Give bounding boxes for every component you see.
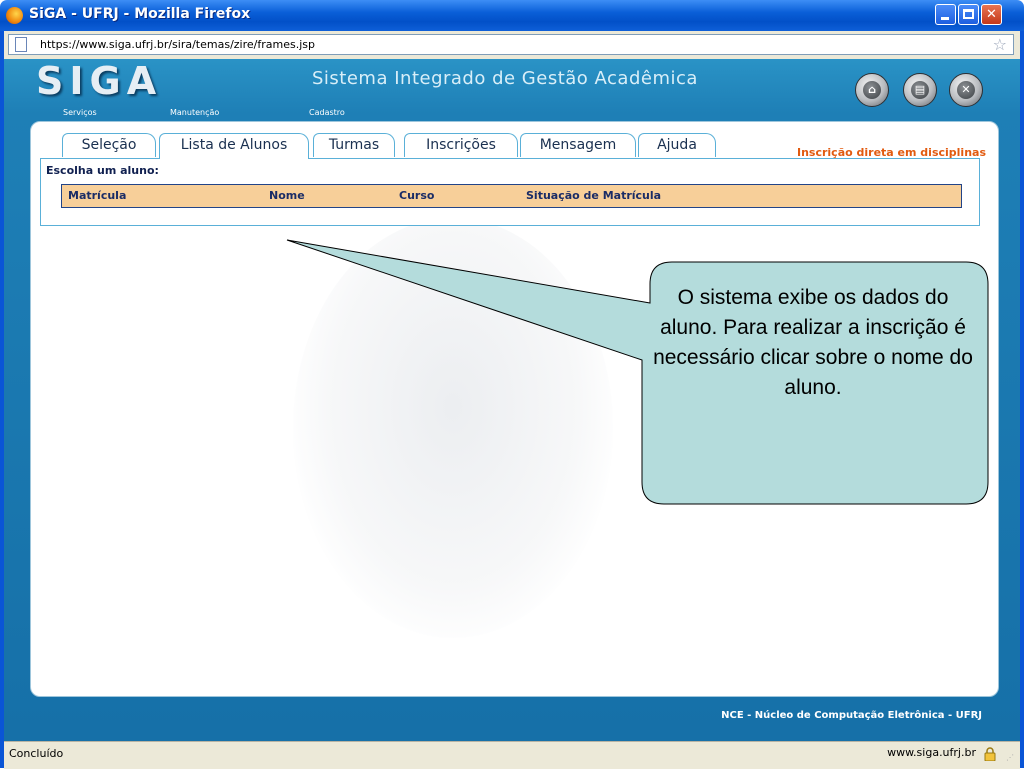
close-icon: ✕ — [957, 81, 975, 99]
tab-ajuda[interactable]: Ajuda — [638, 133, 716, 157]
home-button[interactable]: ⌂ — [855, 73, 889, 107]
choose-student-label: Escolha um aluno: — [46, 164, 159, 177]
tab-selecao[interactable]: Seleção — [62, 133, 156, 157]
tab-mensagem[interactable]: Mensagem — [520, 133, 636, 157]
tab-inscricoes[interactable]: Inscrições — [404, 133, 518, 157]
minimize-button[interactable] — [935, 4, 956, 25]
tab-lista-de-alunos[interactable]: Lista de Alunos — [159, 133, 309, 159]
status-text: Concluído — [9, 747, 64, 760]
menu-item-cadastro[interactable]: Cadastro — [309, 108, 345, 117]
maximize-button[interactable] — [958, 4, 979, 25]
header-matricula: Matrícula — [68, 189, 127, 202]
menu-item-manutencao[interactable]: Manutenção — [170, 108, 219, 117]
firefox-icon — [6, 7, 23, 24]
bookmark-star-icon[interactable]: ☆ — [993, 35, 1007, 54]
window-title: SiGA - UFRJ - Mozilla Firefox — [29, 6, 251, 22]
siga-logo: SIGA — [36, 59, 163, 103]
status-host: www.siga.ufrj.br — [887, 746, 976, 759]
print-button[interactable]: ▤ — [903, 73, 937, 107]
home-icon: ⌂ — [863, 81, 881, 99]
student-table-header: Matrícula Nome Curso Situação de Matrícu… — [61, 184, 962, 208]
nce-footer-text: NCE - Núcleo de Computação Eletrônica - … — [721, 710, 982, 721]
url-field[interactable]: https://www.siga.ufrj.br/sira/temas/zire… — [8, 34, 1014, 55]
close-window-button[interactable]: ✕ — [981, 4, 1002, 25]
url-text: https://www.siga.ufrj.br/sira/temas/zire… — [40, 38, 315, 51]
status-bar: Concluído www.siga.ufrj.br ⋰ — [4, 741, 1020, 769]
system-title: Sistema Integrado de Gestão Acadêmica — [312, 68, 698, 89]
header-curso: Curso — [399, 189, 435, 202]
tab-turmas[interactable]: Turmas — [313, 133, 395, 157]
app-footer: NCE - Núcleo de Computação Eletrônica - … — [4, 700, 1020, 741]
lock-icon[interactable] — [984, 747, 996, 761]
window-titlebar[interactable]: SiGA - UFRJ - Mozilla Firefox ✕ — [0, 0, 1024, 31]
ufrj-watermark — [293, 218, 613, 638]
menu-item-servicos[interactable]: Serviços — [63, 108, 97, 117]
exit-button[interactable]: ✕ — [949, 73, 983, 107]
callout-text: O sistema exibe os dados do aluno. Para … — [653, 286, 973, 399]
header-situacao: Situação de Matrícula — [526, 189, 662, 202]
page-icon — [15, 37, 27, 52]
window-frame-right — [1020, 31, 1024, 768]
print-icon: ▤ — [911, 81, 929, 99]
content-panel: Seleção Lista de Alunos Turmas Inscriçõe… — [30, 121, 999, 697]
header-nome: Nome — [269, 189, 305, 202]
resize-grip[interactable]: ⋰ — [1006, 754, 1018, 767]
student-list-box: Escolha um aluno: Matrícula Nome Curso S… — [40, 158, 980, 226]
address-bar: https://www.siga.ufrj.br/sira/temas/zire… — [4, 31, 1020, 59]
